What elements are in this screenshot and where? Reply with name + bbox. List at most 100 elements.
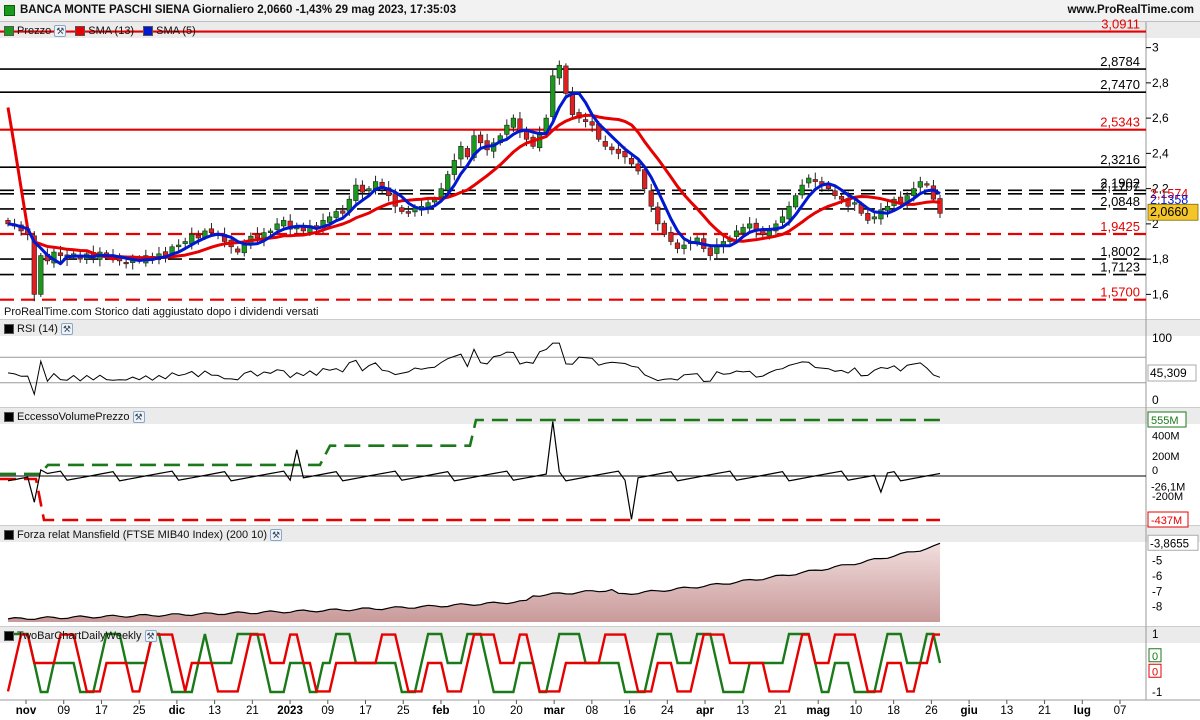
candle-body — [766, 230, 772, 237]
candle-body — [648, 190, 654, 207]
candle-body — [267, 230, 274, 233]
x-tick-label: 25 — [133, 705, 146, 717]
y-tick-label: 3 — [1152, 41, 1159, 55]
x-tick-label: 21 — [774, 705, 787, 717]
candle-body — [563, 65, 569, 94]
candle-body — [779, 216, 786, 223]
candle-body — [871, 216, 877, 220]
x-tick-label: 10 — [472, 705, 485, 717]
x-tick-label: mag — [806, 705, 830, 717]
x-tick-label: 08 — [585, 705, 598, 717]
price-footnote: ProRealTime.com Storico dati aggiustato … — [4, 306, 319, 318]
price-legend-swatch — [4, 26, 14, 36]
candle-body — [917, 181, 923, 188]
volume-tick-label: 400M — [1152, 431, 1180, 443]
y-tick-label: 2,6 — [1152, 111, 1169, 125]
x-tick-label: 24 — [661, 705, 674, 717]
sma5-legend-label: SMA (5) — [156, 25, 196, 37]
x-tick-label: 21 — [1038, 705, 1051, 717]
candle-body — [392, 193, 398, 207]
y-tick-label: 2,4 — [1152, 146, 1169, 160]
wrench-icon[interactable]: ⚒ — [270, 529, 283, 541]
x-tick-label: 10 — [850, 705, 863, 717]
candle-body — [655, 206, 661, 225]
candle-body — [937, 198, 943, 214]
twobar-red-label: 0 — [1152, 666, 1158, 678]
candle-body — [464, 148, 471, 158]
mansfield-legend-label: Forza relat Mansfield (FTSE MIB40 Index)… — [17, 529, 268, 541]
level-label: 1,5700 — [1100, 285, 1140, 300]
candle-body — [865, 213, 871, 221]
level-label: 2,3216 — [1100, 152, 1140, 167]
wrench-icon[interactable]: ⚒ — [54, 25, 67, 37]
candle-body — [793, 195, 799, 208]
level-label: 2,1707 — [1100, 179, 1140, 194]
candle-body — [635, 163, 641, 172]
candle-body — [786, 205, 792, 220]
candle-body — [681, 244, 687, 249]
level-label: 2,7470 — [1100, 77, 1140, 92]
volume-upper-label: 555M — [1151, 415, 1179, 427]
candle-body — [57, 252, 64, 256]
candle-body — [241, 244, 247, 254]
candle-body — [668, 232, 674, 242]
mansfield-legend-swatch — [4, 530, 14, 540]
y-tick-label: 2,8 — [1152, 76, 1169, 90]
volume-legend-label: EccessoVolumePrezzo — [17, 411, 130, 423]
candle-body — [274, 223, 280, 230]
candle-body — [642, 169, 648, 189]
rsi-legend-swatch — [4, 324, 14, 334]
candle-body — [589, 121, 595, 126]
rsi-tick-label: 100 — [1152, 331, 1172, 345]
volume-zero-label: 0 — [1152, 465, 1158, 477]
chart-window: { "titlebar":{"title":"BANCA MONTE PASCH… — [0, 0, 1200, 720]
candle-body — [832, 190, 838, 196]
x-tick-label: 20 — [510, 705, 523, 717]
candle-body — [333, 211, 339, 218]
candle-body — [445, 174, 451, 191]
x-tick-label: 25 — [397, 705, 410, 717]
panel-header-bg — [0, 408, 1200, 424]
price-legend: Prezzo ⚒ SMA (13) SMA (5) — [4, 23, 196, 39]
candle-body — [366, 188, 372, 192]
last-price-label: 2,0660 — [1150, 205, 1188, 219]
price-legend-label: Prezzo — [17, 25, 52, 37]
candle-body — [438, 188, 444, 198]
candle-body — [123, 261, 129, 265]
volume-lower-label: -437M — [1151, 515, 1182, 527]
y-tick-label: 1,8 — [1152, 252, 1169, 266]
x-tick-label: 09 — [57, 705, 70, 717]
wrench-icon[interactable]: ⚒ — [132, 411, 145, 423]
mansfield-tick-label: -8 — [1152, 602, 1162, 614]
x-tick-label: 18 — [887, 705, 900, 717]
candle-body — [405, 211, 411, 214]
rsi-legend-label: RSI (14) — [17, 323, 58, 335]
candle-body — [254, 233, 261, 239]
candle-body — [740, 227, 746, 234]
candle-body — [582, 119, 589, 122]
level-label: 1,7123 — [1100, 260, 1140, 275]
candle-body — [852, 202, 858, 205]
candle-body — [812, 179, 818, 182]
wrench-icon[interactable]: ⚒ — [144, 630, 157, 642]
x-tick-label: 13 — [736, 705, 749, 717]
mansfield-tick-label: -6 — [1152, 571, 1162, 583]
rsi-tick-label: 0 — [1152, 393, 1159, 407]
candle-body — [451, 160, 457, 175]
candle-body — [477, 134, 484, 144]
candle-body — [550, 75, 556, 118]
twobar-green-label: 0 — [1152, 651, 1158, 663]
level-label: 2,8784 — [1100, 54, 1140, 69]
level-label: 3,0911 — [1101, 17, 1140, 32]
wrench-icon[interactable]: ⚒ — [60, 323, 73, 335]
x-tick-label: nov — [16, 705, 37, 717]
candle-body — [556, 64, 562, 79]
x-tick-label: 13 — [1000, 705, 1013, 717]
chart-canvas[interactable]: 3,09112,87842,74702,53432,32162,19022,17… — [0, 0, 1200, 720]
x-tick-label: 2023 — [277, 705, 303, 717]
x-tick-label: 13 — [208, 705, 221, 717]
candle-body — [523, 131, 530, 140]
mansfield-tick-label: -7 — [1152, 586, 1162, 598]
candle-body — [602, 141, 608, 147]
x-tick-label: mar — [544, 705, 566, 717]
